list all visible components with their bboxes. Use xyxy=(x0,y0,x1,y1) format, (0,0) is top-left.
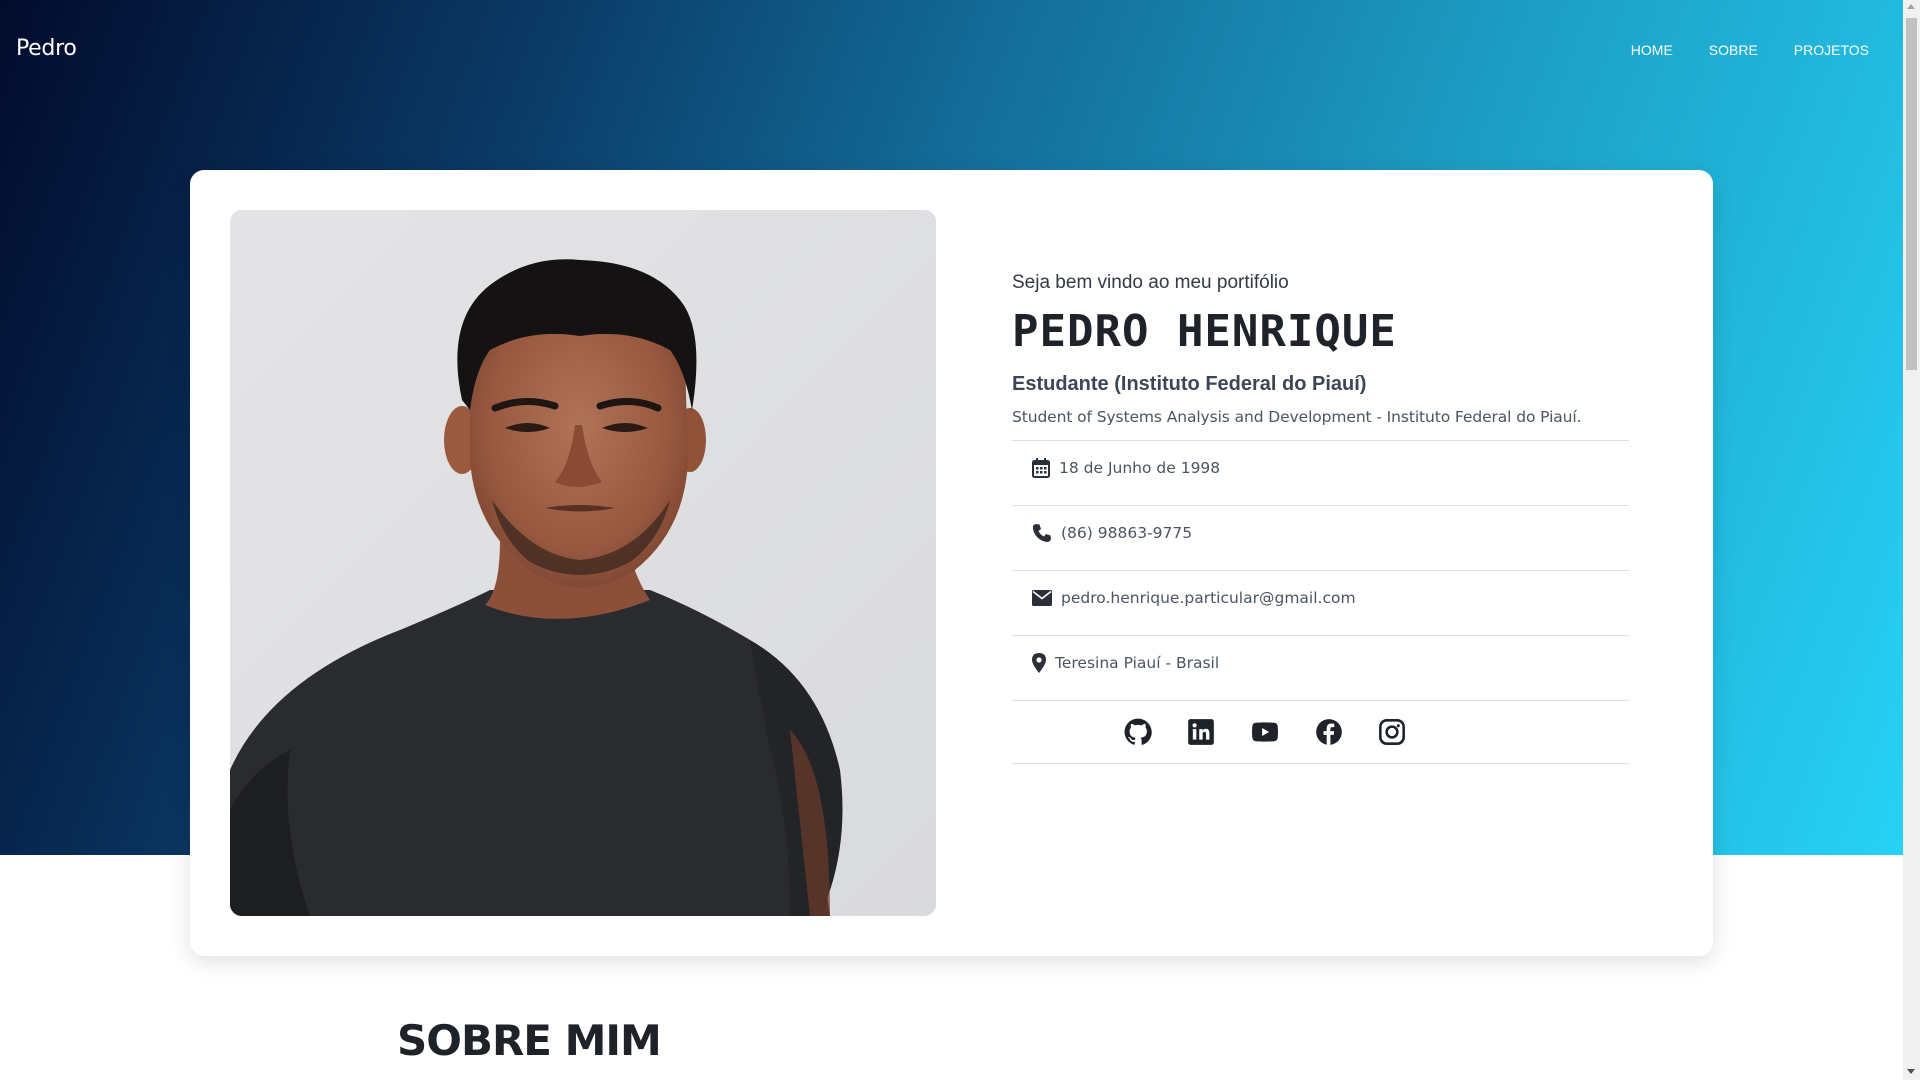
envelope-icon xyxy=(1031,588,1053,608)
profile-role: Estudante (Instituto Federal do Piauí) xyxy=(1012,373,1367,395)
instagram-icon[interactable] xyxy=(1378,718,1406,746)
scroll-down-arrow-icon[interactable] xyxy=(1907,1069,1915,1074)
nav-link-projetos[interactable]: PROJETOS xyxy=(1794,42,1869,58)
email-text: pedro.henrique.particular@gmail.com xyxy=(1061,589,1356,607)
profile-info: Seja bem vindo ao meu portifólio PEDRO H… xyxy=(1012,270,1629,764)
nav-link-home[interactable]: HOME xyxy=(1631,42,1673,58)
profile-description: Student of Systems Analysis and Developm… xyxy=(1012,408,1582,426)
github-icon[interactable] xyxy=(1124,718,1152,746)
phone-icon xyxy=(1031,523,1053,543)
phone-text: (86) 98863-9775 xyxy=(1061,524,1193,542)
greeting-text: Seja bem vindo ao meu portifólio xyxy=(1012,272,1289,293)
scroll-thumb[interactable] xyxy=(1906,18,1917,370)
page: Pedro HOME SOBRE PROJETOS Seja bem vindo… xyxy=(0,0,1920,1080)
profile-photo xyxy=(230,210,936,916)
calendar-icon xyxy=(1031,458,1051,478)
profile-name: PEDRO HENRIQUE xyxy=(1012,306,1397,357)
scroll-up-arrow-icon[interactable] xyxy=(1907,4,1915,9)
map-marker-icon xyxy=(1031,653,1047,673)
facebook-icon[interactable] xyxy=(1315,718,1343,746)
birthdate-text: 18 de Junho de 1998 xyxy=(1059,459,1221,477)
page-scrollbar[interactable] xyxy=(1903,0,1920,1080)
about-section-title: SOBRE MIM xyxy=(397,1016,662,1065)
brand-logo[interactable]: Pedro xyxy=(16,36,77,61)
youtube-icon[interactable] xyxy=(1250,718,1280,746)
detail-location: Teresina Piauí - Brasil xyxy=(1012,636,1629,701)
detail-email: pedro.henrique.particular@gmail.com xyxy=(1012,571,1629,636)
navbar: Pedro HOME SOBRE PROJETOS xyxy=(0,0,1903,100)
detail-birthdate: 18 de Junho de 1998 xyxy=(1012,441,1629,506)
nav-links: HOME SOBRE PROJETOS xyxy=(1631,42,1869,58)
nav-link-sobre[interactable]: SOBRE xyxy=(1709,42,1758,58)
social-links xyxy=(1012,701,1629,764)
profile-card: Seja bem vindo ao meu portifólio PEDRO H… xyxy=(190,170,1713,956)
detail-phone: (86) 98863-9775 xyxy=(1012,506,1629,571)
linkedin-icon[interactable] xyxy=(1187,718,1215,746)
location-text: Teresina Piauí - Brasil xyxy=(1055,654,1220,672)
details-list: 18 de Junho de 1998 (86) 98863-9775 pedr… xyxy=(1012,440,1629,764)
